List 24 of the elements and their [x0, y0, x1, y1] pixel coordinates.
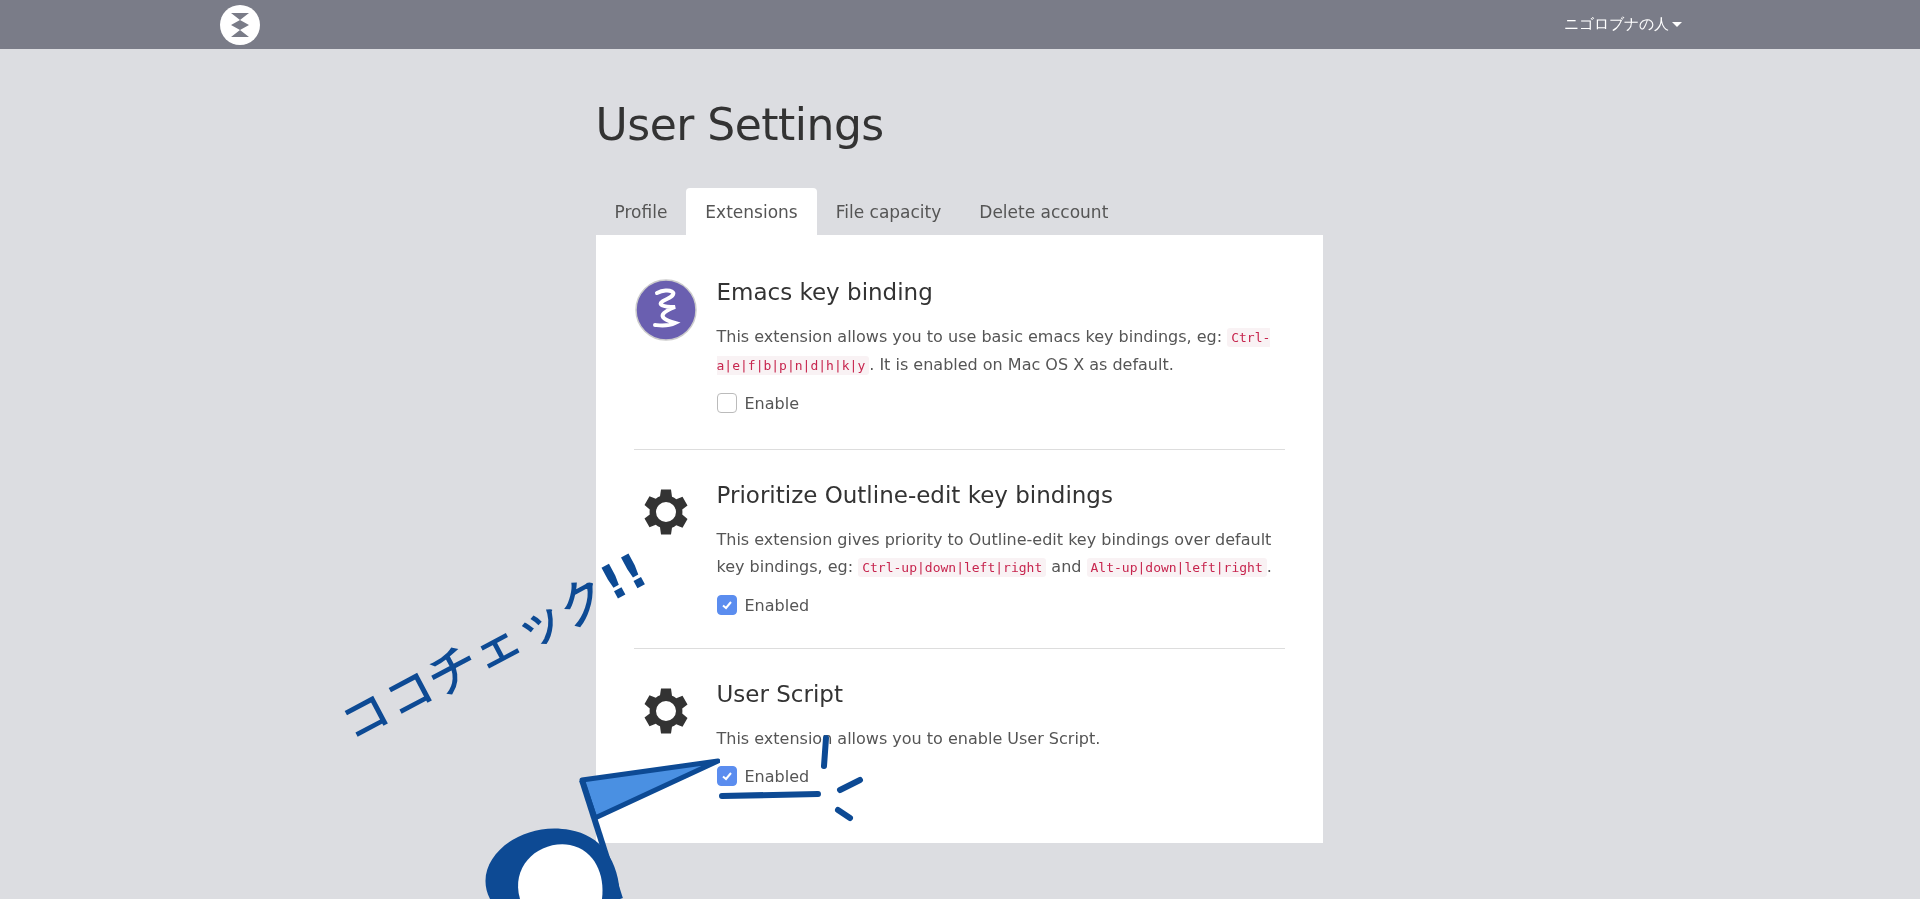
emacs-icon — [634, 279, 697, 341]
user-menu[interactable]: ニゴロブナの人 — [1564, 15, 1682, 34]
checkbox-label: Enabled — [744, 766, 810, 786]
enable-checkbox[interactable]: Enable — [716, 393, 799, 413]
logo-icon[interactable] — [219, 3, 261, 46]
tab[interactable]: Delete account — [960, 188, 1128, 235]
extension-title: User Script — [716, 681, 844, 707]
page-title: User Settings — [595, 99, 885, 150]
tab[interactable]: Profile — [595, 188, 687, 235]
extension-title: Prioritize Outline-edit key bindings — [716, 482, 1114, 508]
caret-icon — [1672, 22, 1682, 27]
checkbox[interactable] — [716, 393, 737, 413]
tab[interactable]: File capacity — [816, 188, 961, 235]
extension-description: This extension gives priority to Outline-edit key bindings over default key bindings, eg: Ctrl-up|down|left|right and Alt-up|down|left|right . — [716, 529, 1273, 579]
handwritten-note: ココチェック!! — [330, 540, 657, 752]
extension-description: This extension allows you to use basic emacs key bindings, eg: Ctrl-a|e|f|b|p|n|d|h|k|y . It is enabled on Mac OS X as default. — [716, 326, 1272, 377]
checkbox[interactable] — [716, 766, 737, 786]
checkbox[interactable] — [716, 595, 737, 615]
enable-checkbox[interactable]: Enabled — [716, 766, 810, 786]
enable-checkbox[interactable]: Enabled — [716, 595, 810, 615]
checkbox-label: Enable — [744, 393, 799, 413]
extension-title: Emacs key binding — [716, 279, 934, 305]
tab[interactable]: Extensions — [686, 188, 817, 235]
checkbox-label: Enabled — [744, 595, 810, 615]
